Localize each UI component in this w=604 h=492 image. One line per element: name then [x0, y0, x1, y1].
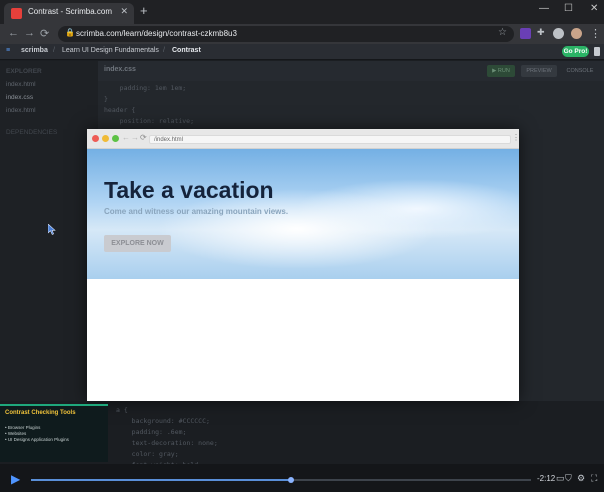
preview-url-bar[interactable]: /index.html — [149, 135, 511, 144]
puzzle-extensions-icon[interactable]: ✚ — [537, 27, 548, 38]
code-line: header { — [104, 106, 136, 114]
hero-title: Take a vacation — [104, 177, 274, 203]
preview-url[interactable]: /index.html — [154, 136, 183, 144]
dependencies-heading: DEPENDENCIES — [6, 129, 58, 136]
tab-close-icon[interactable]: ✕ — [120, 6, 128, 17]
mobile-icon[interactable] — [594, 47, 600, 56]
breadcrumb-separator: / — [163, 47, 165, 54]
thumbnail-item: • Browser Plugins — [5, 425, 41, 430]
code-line: padding: .6em; — [116, 428, 187, 436]
hero-subtitle: Come and witness our amazing mountain vi… — [104, 207, 289, 216]
run-button[interactable]: ▶ RUN — [487, 65, 515, 77]
close-dot-icon[interactable] — [92, 135, 99, 142]
back-icon[interactable]: ← — [8, 27, 19, 39]
minimize-dot-icon[interactable] — [102, 135, 109, 142]
console-button[interactable]: CONSOLE — [562, 65, 598, 77]
avatar[interactable] — [571, 28, 582, 39]
forward-icon[interactable]: → — [24, 27, 35, 39]
lock-icon: 🔒 — [65, 28, 75, 37]
scrimba-logo[interactable]: scrimba — [21, 47, 48, 54]
preview-button[interactable]: PREVIEW — [521, 65, 557, 77]
thumbnail-title: Contrast Checking Tools — [5, 410, 76, 416]
time-remaining: -2:12 — [537, 474, 556, 483]
profile-icon[interactable] — [553, 28, 564, 39]
code-line: padding: 1em 1em; — [104, 84, 187, 92]
go-pro-button[interactable]: Go Pro! — [562, 46, 589, 57]
player-controls — [0, 464, 604, 492]
maximize-button[interactable]: ☐ — [564, 3, 573, 14]
code-line: color: gray; — [116, 450, 179, 458]
code-line: position: relative; — [104, 117, 195, 125]
explorer-heading: EXPLORER — [6, 68, 42, 75]
bookmark-icon[interactable]: ⛉ — [565, 473, 572, 484]
file-item[interactable]: index.html — [6, 107, 36, 114]
scrimba-logo-icon: ≡ — [6, 47, 11, 54]
scrimba-header: ≡ scrimba / Learn UI Design Fundamentals… — [0, 44, 604, 60]
close-window-button[interactable]: ✕ — [590, 3, 598, 14]
scrimba-favicon-icon — [11, 8, 22, 19]
progress-handle[interactable] — [288, 477, 294, 483]
preview-reload-icon[interactable]: ⟳ — [140, 133, 147, 142]
minimize-button[interactable]: — — [539, 3, 549, 14]
breadcrumb-course[interactable]: Learn UI Design Fundamentals — [62, 47, 159, 54]
address-bar[interactable]: 🔒 scrimba.com/learn/design/contrast-czkm… — [58, 26, 514, 42]
chrome-menu-icon[interactable]: ⋮ — [590, 27, 601, 40]
breadcrumb-separator: / — [53, 47, 55, 54]
code-line: background: #CCCCCC; — [116, 417, 210, 425]
preview-forward-icon[interactable]: → — [131, 133, 139, 142]
maximize-dot-icon[interactable] — [112, 135, 119, 142]
editor-filename: index.css — [104, 66, 136, 73]
tab-title: Contrast - Scrimba.com — [28, 7, 113, 16]
preview-menu-icon[interactable]: ⋮ — [512, 133, 520, 142]
explore-now-button[interactable]: EXPLORE NOW — [104, 235, 171, 252]
file-item[interactable]: index.html — [6, 81, 36, 88]
new-tab-button[interactable]: + — [140, 4, 148, 18]
progress-fill — [31, 479, 291, 481]
code-line: a { — [116, 406, 128, 414]
browser-tab[interactable]: Contrast - Scrimba.com ✕ — [4, 3, 134, 24]
play-button[interactable]: ▶ — [11, 472, 20, 486]
reload-icon[interactable]: ⟳ — [40, 27, 49, 40]
browser-toolbar: ← → ⟳ 🔒 scrimba.com/learn/design/contras… — [0, 24, 604, 44]
breadcrumb-lesson: Contrast — [172, 47, 201, 54]
code-line: } — [104, 95, 108, 103]
preview-back-icon[interactable]: ← — [122, 133, 130, 142]
mouse-cursor-icon — [48, 224, 56, 235]
settings-icon[interactable]: ⚙ — [577, 473, 585, 484]
captions-icon[interactable]: ▭ — [556, 473, 565, 484]
thumbnail-item: • UI Designs Application Plugins — [5, 437, 69, 442]
thumbnail-item: • Websites — [5, 431, 27, 436]
code-line: text-decoration: none; — [116, 439, 218, 447]
fullscreen-icon[interactable]: ⛶ — [591, 473, 597, 484]
video-thumbnail[interactable]: Contrast Checking Tools • Browser Plugin… — [0, 404, 108, 462]
file-item[interactable]: index.css — [6, 94, 33, 101]
bookmark-star-icon[interactable]: ☆ — [498, 27, 507, 38]
url-text[interactable]: scrimba.com/learn/design/contrast-czkmb8… — [76, 29, 237, 38]
extension-icon[interactable] — [520, 28, 531, 39]
